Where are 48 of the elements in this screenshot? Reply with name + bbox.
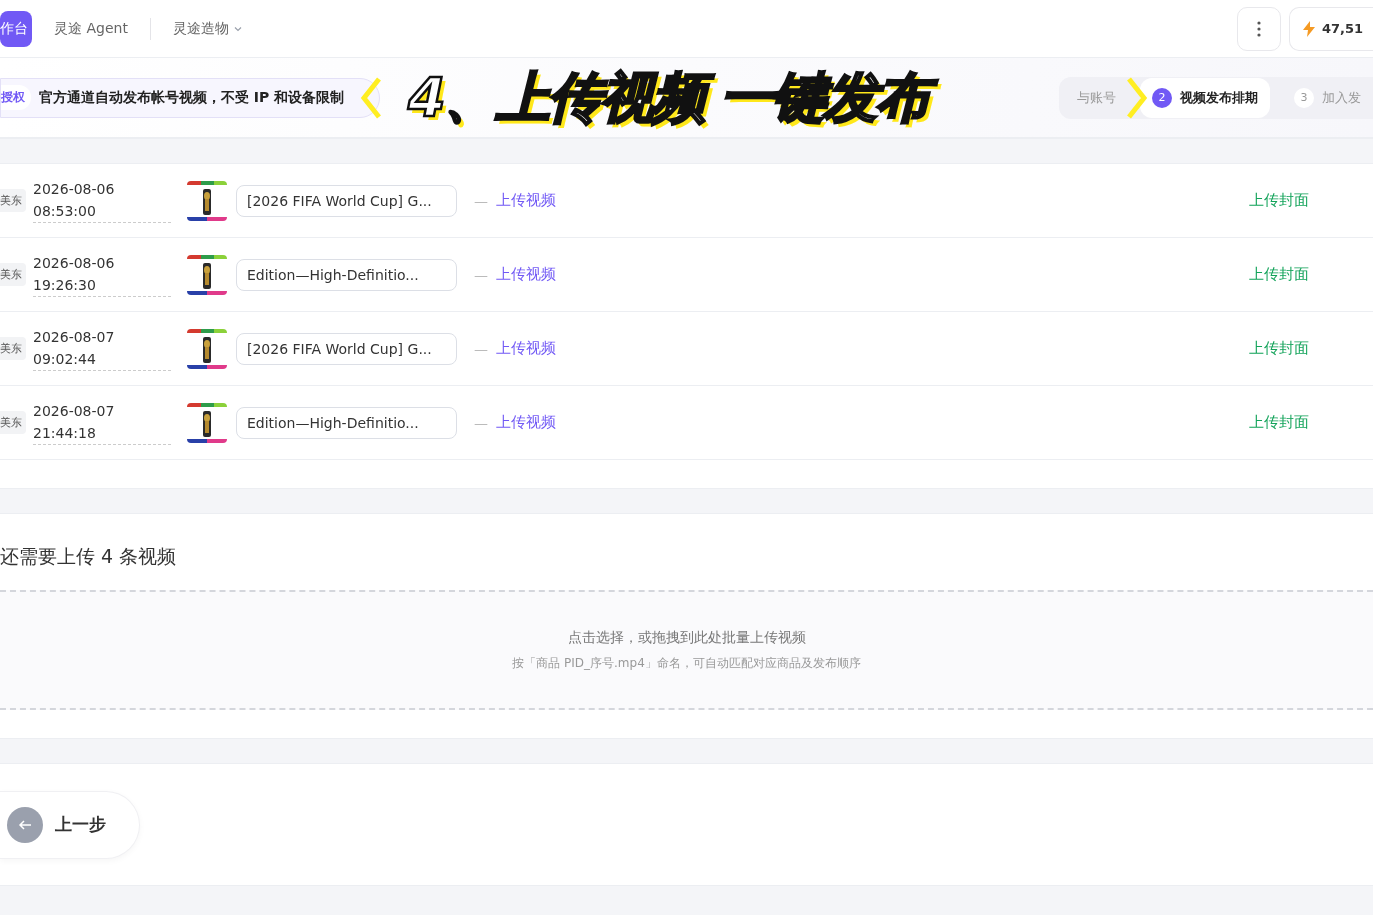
upload-video-link[interactable]: 上传视频 — [496, 191, 556, 210]
remaining-heading: 还需要上传 4 条视频 — [0, 544, 178, 569]
datetime-field[interactable]: 2026-08-07 21:44:18 — [33, 400, 171, 445]
notice-text: 官方通道自动发布帐号视频，不受 IP 和设备限制 — [39, 88, 345, 107]
more-button[interactable] — [1237, 6, 1281, 51]
product-title-field[interactable]: [2026 FIFA World Cup] G... — [236, 184, 457, 217]
naming-note: 按「商品 PID_序号.mp4」命名，可自动匹配对应商品及发布顺序 — [512, 654, 861, 672]
auth-badge: 授权 — [1, 85, 31, 110]
step-number: 2 — [1152, 87, 1172, 108]
lightning-icon — [1302, 20, 1316, 37]
nav-tab[interactable]: 作台 — [0, 10, 32, 47]
more-icon — [1257, 20, 1261, 37]
upload-video-link[interactable]: 上传视频 — [496, 339, 556, 358]
dash-text: — — [474, 192, 488, 209]
step-label: 加入发 — [1322, 88, 1361, 107]
upload-cover-link[interactable]: 上传封面 — [1249, 265, 1309, 284]
dropzone-hint: 点击选择，或拖拽到此处批量上传视频 — [567, 628, 806, 647]
dash-text: — — [474, 414, 488, 431]
upload-cover-link[interactable]: 上传封面 — [1249, 339, 1309, 358]
nav-tab[interactable]: 灵途 Agent — [44, 10, 138, 47]
upload-cover-link[interactable]: 上传封面 — [1249, 191, 1309, 210]
back-button[interactable]: 上一步 — [0, 790, 140, 859]
step-label: 视频发布排期 — [1180, 88, 1258, 107]
upload-video-link[interactable]: 上传视频 — [496, 265, 556, 284]
timezone-tag: 美东 — [0, 263, 26, 286]
datetime-field[interactable]: 2026-08-07 09:02:44 — [33, 326, 171, 371]
datetime-field[interactable]: 2026-08-06 19:26:30 — [33, 252, 171, 297]
left-arrow-icon — [18, 819, 32, 830]
dash-text: — — [474, 266, 488, 283]
product-title-field[interactable]: Edition—High-Definitio... — [236, 406, 457, 439]
dash-text: — — [474, 340, 488, 357]
product-title-field[interactable]: [2026 FIFA World Cup] G... — [236, 332, 457, 365]
timezone-tag: 美东 — [0, 411, 26, 434]
upload-cover-link[interactable]: 上传封面 — [1249, 413, 1309, 432]
timezone-tag: 美东 — [0, 189, 26, 212]
step-tab[interactable]: 2 视频发布排期 — [1140, 77, 1270, 118]
nav-tab[interactable]: 灵途造物 — [162, 10, 253, 47]
video-caption: 4、上传视频 一键发布 — [400, 62, 943, 134]
upload-dropzone[interactable]: 点击选择，或拖拽到此处批量上传视频 按「商品 PID_序号.mp4」命名，可自动匹配对应商品及发布顺序 — [0, 590, 1373, 710]
upload-video-link[interactable]: 上传视频 — [496, 413, 556, 432]
chevron-icon — [360, 76, 382, 120]
datetime-field[interactable]: 2026-08-06 08:53:00 — [33, 178, 171, 223]
step-label: 与账号 — [1077, 88, 1116, 107]
product-title-field[interactable]: Edition—High-Definitio... — [236, 258, 457, 291]
credits-button[interactable]: 47,51 — [1289, 6, 1373, 51]
step-number: 3 — [1294, 87, 1314, 108]
timezone-tag: 美东 — [0, 337, 26, 360]
chevron-icon — [1126, 76, 1148, 120]
